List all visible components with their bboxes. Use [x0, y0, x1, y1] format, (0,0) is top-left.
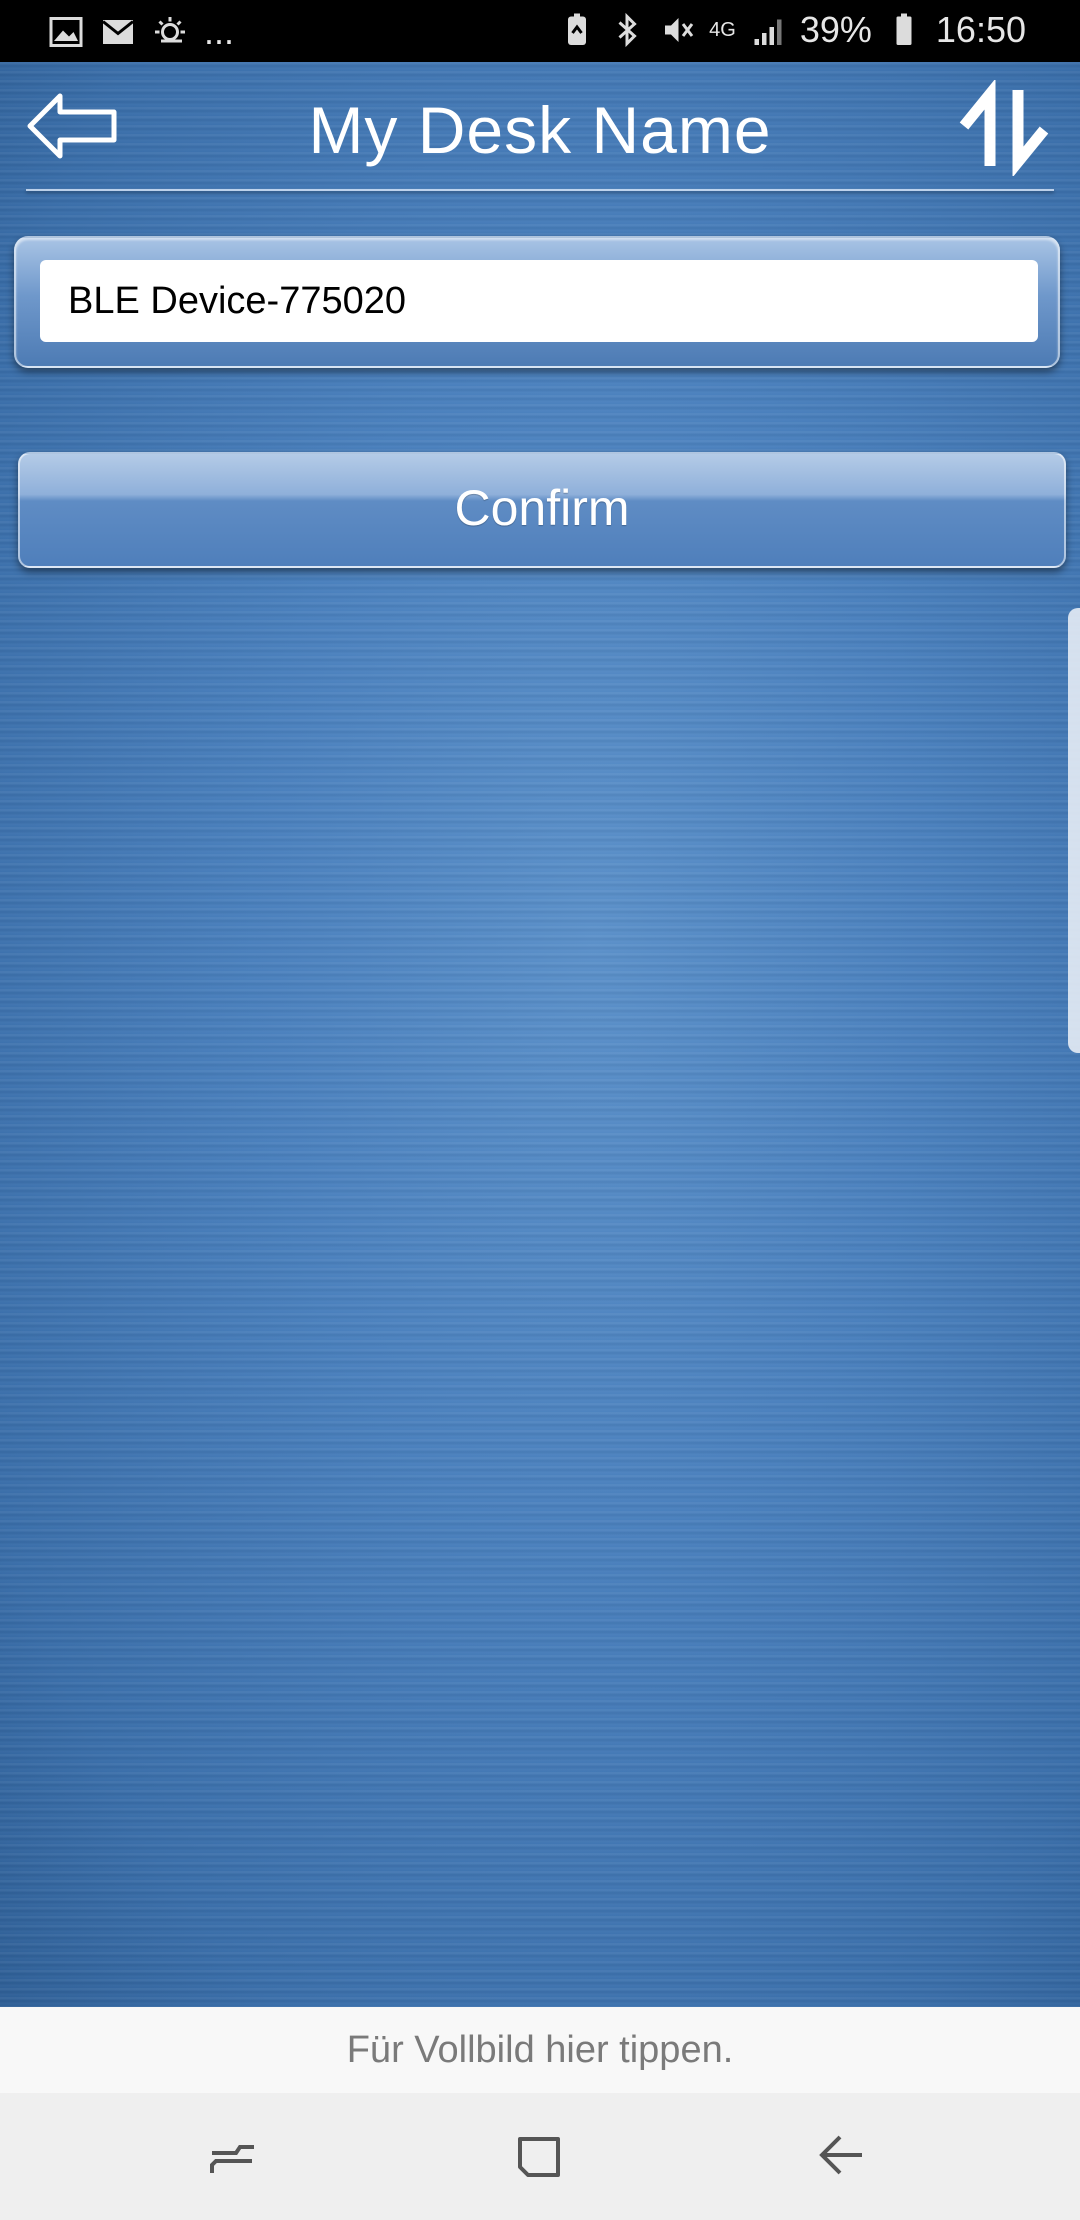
battery-percent: 39%: [799, 9, 872, 50]
back-nav-icon[interactable]: [808, 2125, 872, 2189]
battery-icon: [896, 13, 912, 45]
header-divider: [26, 189, 1054, 191]
mail-icon: [102, 20, 134, 44]
recent-apps-icon[interactable]: [202, 2125, 266, 2189]
device-name-input[interactable]: [40, 260, 1038, 342]
clock: 16:50: [935, 9, 1026, 50]
page-title: My Desk Name: [308, 93, 772, 167]
up-down-arrows-icon[interactable]: [956, 80, 1052, 176]
more-notifications: ...: [204, 11, 235, 52]
edge-panel-handle[interactable]: [1068, 608, 1080, 1053]
bluetooth-icon: [618, 12, 637, 48]
gallery-icon: [49, 17, 83, 47]
mute-vibrate-icon: [665, 18, 694, 42]
signal-icon: [754, 19, 782, 45]
confirm-button[interactable]: Confirm: [18, 452, 1066, 568]
fullscreen-hint[interactable]: Für Vollbild hier tippen.: [0, 2007, 1080, 2093]
weather-icon: [155, 17, 185, 43]
device-name-panel: [14, 236, 1060, 368]
network-type: 4G: [709, 19, 736, 41]
app-screen: ... 4G 39% 16:50 My Desk Name BLE Device…: [0, 0, 1080, 2220]
status-left: ...: [48, 12, 234, 52]
system-nav-bar: [0, 2093, 1080, 2220]
status-right: 4G 39% 16:50: [559, 10, 1026, 50]
app-header: My Desk Name: [0, 62, 1080, 192]
home-icon[interactable]: [508, 2125, 572, 2189]
battery-saver-icon: [568, 13, 587, 45]
status-bar: ... 4G 39% 16:50: [0, 0, 1080, 62]
